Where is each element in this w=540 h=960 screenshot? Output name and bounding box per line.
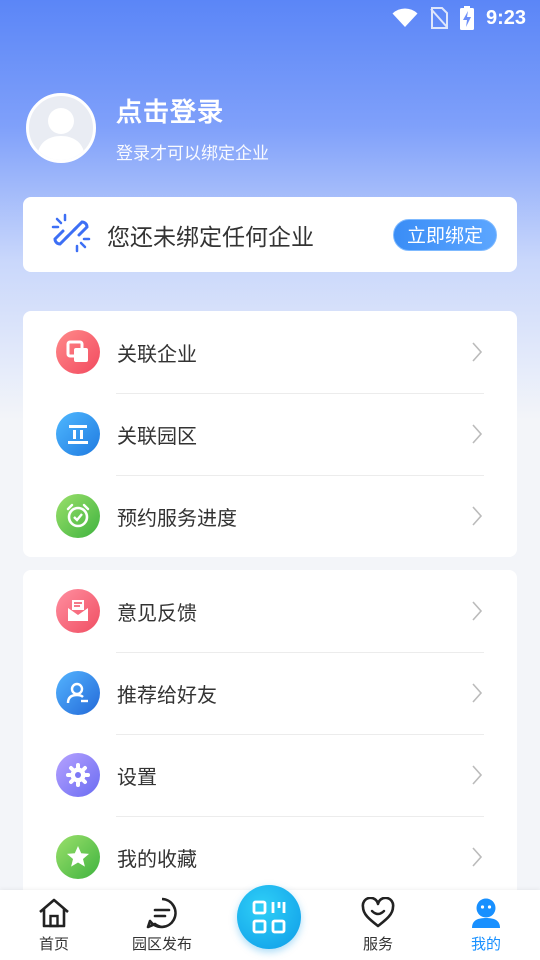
menu-item-recommend-friend[interactable]: 推荐给好友: [23, 652, 517, 734]
chevron-right-icon: [471, 600, 483, 622]
status-bar: 9:23: [0, 0, 540, 36]
bind-company-card: 您还未绑定任何企业 立即绑定: [23, 197, 517, 272]
heart-icon: [361, 895, 395, 931]
tab-label: 服务: [362, 935, 393, 953]
menu-item-settings[interactable]: 设置: [23, 734, 517, 816]
tab-mine[interactable]: 我的: [441, 890, 531, 960]
feedback-mail-icon: [56, 589, 100, 633]
tab-label: 园区发布: [131, 935, 192, 953]
star-icon: [56, 835, 100, 879]
alarm-clock-icon: [56, 494, 100, 538]
tab-label: 首页: [38, 935, 69, 953]
gear-icon: [56, 753, 100, 797]
menu-item-related-park[interactable]: 关联园区: [23, 393, 517, 475]
chevron-right-icon: [471, 846, 483, 868]
scan-qr-button[interactable]: [237, 885, 301, 949]
menu-label: 设置: [117, 764, 157, 789]
qr-code-icon: [252, 900, 286, 934]
tab-label: 我的: [470, 935, 501, 953]
menu-label: 推荐给好友: [117, 682, 217, 707]
park-icon: [56, 412, 100, 456]
company-icon: [56, 330, 100, 374]
wifi-icon: [392, 8, 418, 28]
tab-service[interactable]: 服务: [333, 890, 423, 960]
recommend-user-icon: [56, 671, 100, 715]
login-title[interactable]: 点击登录: [116, 92, 269, 129]
menu-label: 意见反馈: [117, 600, 197, 625]
menu-label: 关联企业: [117, 341, 197, 366]
menu-item-related-company[interactable]: 关联企业: [23, 311, 517, 393]
menu-label: 我的收藏: [117, 846, 197, 871]
user-icon: [469, 895, 503, 931]
login-subtitle: 登录才可以绑定企业: [116, 144, 269, 164]
menu-group-general: 意见反馈 推荐给好友 设置 我的收藏: [23, 570, 517, 900]
no-sim-icon: [430, 7, 448, 29]
menu-item-feedback[interactable]: 意见反馈: [23, 570, 517, 652]
tab-home[interactable]: 首页: [9, 890, 99, 960]
bind-status-text: 您还未绑定任何企业: [107, 224, 314, 251]
login-profile[interactable]: 点击登录 登录才可以绑定企业: [26, 92, 269, 164]
broken-link-icon: [51, 213, 91, 257]
battery-charging-icon: [459, 6, 474, 30]
bind-now-button[interactable]: 立即绑定: [392, 218, 497, 251]
avatar[interactable]: [26, 93, 96, 163]
chevron-right-icon: [471, 682, 483, 704]
tab-park-post[interactable]: 园区发布: [117, 890, 207, 960]
menu-item-service-progress[interactable]: 预约服务进度: [23, 475, 517, 557]
chevron-right-icon: [471, 341, 483, 363]
chevron-right-icon: [471, 423, 483, 445]
chevron-right-icon: [471, 764, 483, 786]
status-time: 9:23: [485, 6, 526, 29]
default-avatar-icon: [37, 108, 85, 160]
menu-label: 关联园区: [117, 423, 197, 448]
menu-group-enterprise: 关联企业 关联园区 预约服务进度: [23, 311, 517, 557]
chevron-right-icon: [471, 505, 483, 527]
menu-label: 预约服务进度: [117, 505, 237, 530]
message-bubble-icon: [145, 895, 179, 931]
home-icon: [37, 895, 71, 931]
